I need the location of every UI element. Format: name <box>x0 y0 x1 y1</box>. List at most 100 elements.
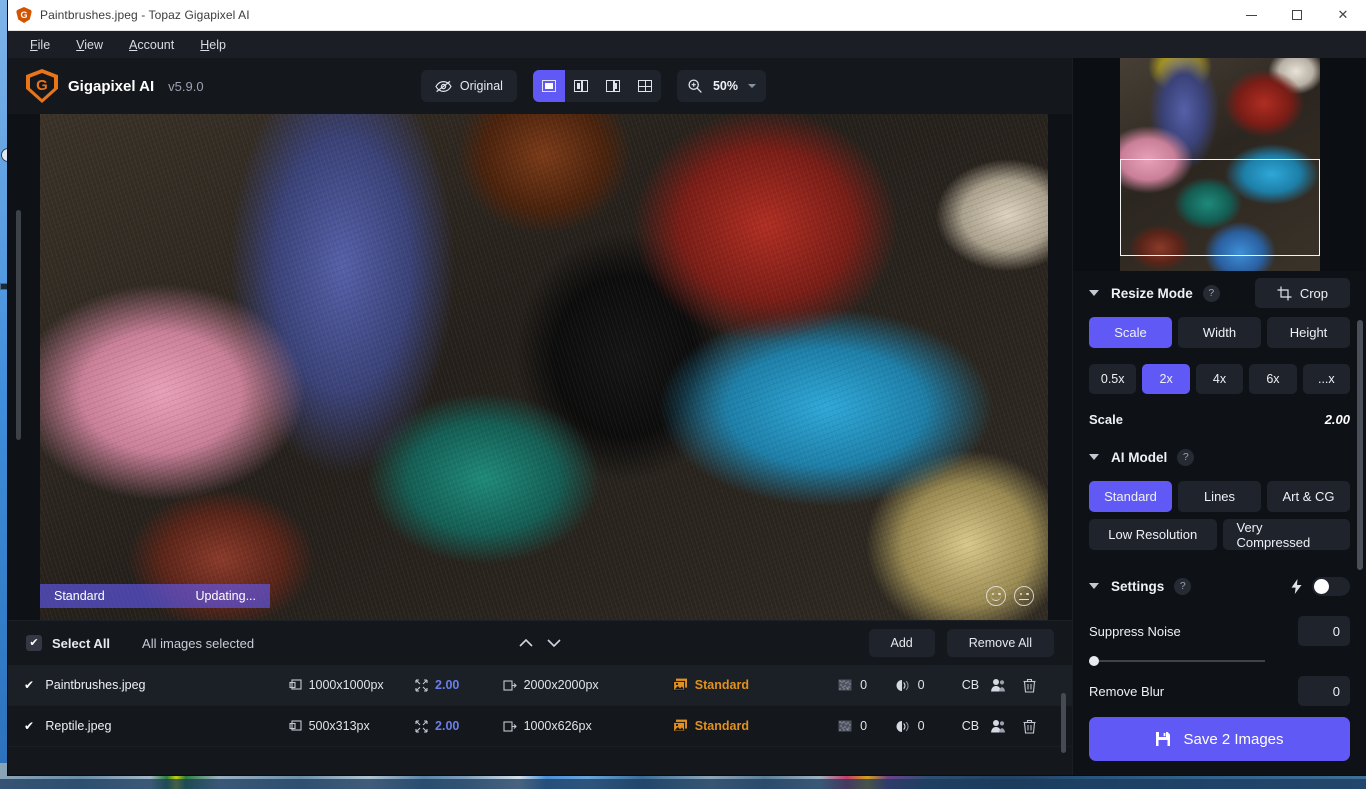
navigator-viewport-rect[interactable] <box>1120 159 1320 256</box>
single-pane-icon[interactable] <box>533 70 565 102</box>
menu-item-view[interactable]: View <box>64 34 115 56</box>
quad-pane-icon[interactable] <box>629 70 661 102</box>
logo-letter: G <box>36 78 48 93</box>
row-input-size: 500x313px <box>309 719 370 733</box>
select-all-checkbox[interactable]: ✔ <box>26 635 42 651</box>
file-list-scrollbar[interactable] <box>1061 693 1066 753</box>
preview-area[interactable]: Standard Updating... <box>8 114 1072 620</box>
row-scale-cell: 2.00 <box>415 719 503 733</box>
table-row[interactable]: ✔ Reptile.jpeg 500x313px 2. <box>8 706 1072 747</box>
panel-scroll-area: Resize Mode ? Crop Scale Width Height <box>1073 271 1366 709</box>
resize-mode-scale[interactable]: Scale <box>1089 317 1172 348</box>
table-row[interactable]: ✔ Paintbrushes.jpeg 1000x1000px <box>8 665 1072 706</box>
crop-button[interactable]: Crop <box>1255 278 1350 308</box>
image-canvas[interactable]: Standard Updating... <box>40 114 1048 620</box>
resize-mode-height[interactable]: Height <box>1267 317 1350 348</box>
ai-model-low-resolution[interactable]: Low Resolution <box>1089 519 1217 550</box>
scale-preset-6x[interactable]: 6x <box>1249 364 1296 394</box>
chevron-up-icon[interactable] <box>515 632 537 654</box>
row-scale: 2.00 <box>435 678 459 692</box>
resize-mode-title: Resize Mode <box>1111 286 1193 301</box>
row-blur-cell: 0 <box>895 719 951 733</box>
resize-mode-width[interactable]: Width <box>1178 317 1261 348</box>
menu-item-account[interactable]: Account <box>117 34 186 56</box>
split-pane-icon[interactable] <box>565 70 597 102</box>
side-by-side-icon[interactable] <box>597 70 629 102</box>
row-blur-value: 0 <box>918 719 925 733</box>
scale-preset-2x[interactable]: 2x <box>1142 364 1189 394</box>
settings-header[interactable]: Settings ? <box>1089 564 1350 608</box>
model-image-icon <box>673 678 688 692</box>
remove-blur-top: Remove Blur 0 <box>1089 676 1350 706</box>
suppress-noise-value[interactable]: 0 <box>1298 616 1350 646</box>
right-panel-scrollbar[interactable] <box>1357 320 1363 570</box>
original-toggle-button[interactable]: Original <box>421 70 517 102</box>
maximize-button[interactable] <box>1274 0 1320 31</box>
ai-model-row-1: Standard Lines Art & CG <box>1089 481 1350 512</box>
menu-item-help[interactable]: Help <box>188 34 238 56</box>
scale-preset-custom[interactable]: ...x <box>1303 364 1350 394</box>
resize-mode-segmented: Scale Width Height <box>1089 317 1350 348</box>
row-checkbox[interactable]: ✔ <box>24 678 45 692</box>
save-images-label: Save 2 Images <box>1183 731 1283 748</box>
ai-model-very-compressed[interactable]: Very Compressed <box>1223 519 1351 550</box>
ai-model-header[interactable]: AI Model ? <box>1089 435 1350 479</box>
save-images-button[interactable]: Save 2 Images <box>1089 717 1350 761</box>
scale-preset-0-5x[interactable]: 0.5x <box>1089 364 1136 394</box>
ai-model-standard[interactable]: Standard <box>1089 481 1172 512</box>
chevron-down-icon <box>748 84 756 88</box>
preview-brush-texture <box>40 114 1048 620</box>
noise-icon <box>838 720 852 732</box>
suppress-noise-top: Suppress Noise 0 <box>1089 616 1350 646</box>
ai-model-art-cg[interactable]: Art & CG <box>1267 481 1350 512</box>
gigapixel-shield-icon: G <box>16 7 32 23</box>
row-cb-label[interactable]: CB <box>951 719 990 733</box>
selection-status-label: All images selected <box>142 636 254 651</box>
row-output-size-cell: 1000x626px <box>503 719 673 733</box>
lightning-bolt-icon <box>1291 579 1302 594</box>
navigator-panel[interactable] <box>1073 58 1366 271</box>
row-model: Standard <box>695 678 749 692</box>
output-size-icon <box>503 679 517 692</box>
minimize-button[interactable] <box>1228 0 1274 31</box>
preview-vertical-scrollbar[interactable] <box>16 210 21 440</box>
brand-name: Gigapixel AI <box>68 78 154 95</box>
row-filename: Reptile.jpeg <box>45 719 288 733</box>
auto-settings-toggle[interactable] <box>1312 577 1350 596</box>
row-blur-value: 0 <box>918 678 925 692</box>
remove-blur-value[interactable]: 0 <box>1298 676 1350 706</box>
scale-preset-group: 0.5x 2x 4x 6x ...x <box>1089 364 1350 394</box>
suppress-noise-slider[interactable] <box>1089 660 1265 662</box>
brand: G Gigapixel AI v5.9.0 <box>26 69 204 103</box>
zoom-control[interactable]: 50% <box>677 70 766 102</box>
help-icon[interactable]: ? <box>1174 578 1191 595</box>
chevron-down-icon[interactable] <box>543 632 565 654</box>
crop-icon <box>1277 286 1292 301</box>
face-refine-icon[interactable] <box>990 719 1023 733</box>
header-tools: Original <box>421 70 766 102</box>
menu-bar: File View Account Help <box>8 31 1366 58</box>
resize-mode-header[interactable]: Resize Mode ? Crop <box>1089 271 1350 315</box>
trash-icon[interactable] <box>1023 678 1056 693</box>
slider-knob[interactable] <box>1089 656 1099 666</box>
trash-icon[interactable] <box>1023 719 1056 734</box>
add-button[interactable]: Add <box>869 629 935 657</box>
file-list-toolbar: ✔ Select All All images selected Add Re <box>8 621 1072 665</box>
ai-model-lines[interactable]: Lines <box>1178 481 1261 512</box>
menu-item-file[interactable]: File <box>18 34 62 56</box>
remove-all-button[interactable]: Remove All <box>947 629 1054 657</box>
original-label: Original <box>460 79 503 93</box>
thumbs-neutral-icon[interactable] <box>1014 586 1034 606</box>
row-cb-label[interactable]: CB <box>951 678 990 692</box>
help-icon[interactable]: ? <box>1177 449 1194 466</box>
row-checkbox[interactable]: ✔ <box>24 719 45 733</box>
thumbs-happy-icon[interactable] <box>986 586 1006 606</box>
scale-preset-4x[interactable]: 4x <box>1196 364 1243 394</box>
close-button[interactable]: ✕ <box>1320 0 1366 31</box>
help-icon[interactable]: ? <box>1203 285 1220 302</box>
taskbar[interactable] <box>0 779 1366 789</box>
magnifier-plus-icon <box>687 78 703 94</box>
row-input-size-cell: 500x313px <box>289 719 415 733</box>
shield-glyph: G <box>16 7 32 23</box>
face-refine-icon[interactable] <box>990 678 1023 692</box>
